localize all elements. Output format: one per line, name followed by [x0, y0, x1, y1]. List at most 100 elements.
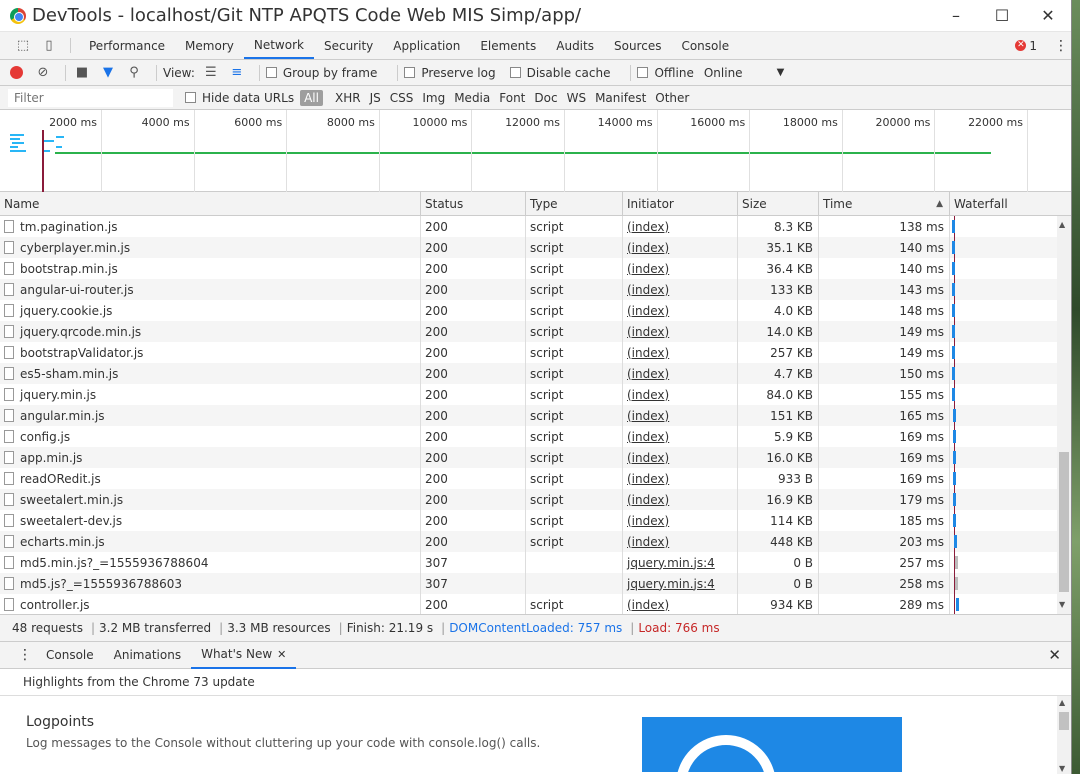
request-name[interactable]: echarts.min.js — [20, 535, 105, 549]
table-row[interactable]: tm.pagination.js 200 script (index) 8.3 KB 13… — [0, 216, 1071, 237]
cell-name[interactable]: es5-sham.min.js — [0, 363, 421, 384]
drawer-tab-animations[interactable]: Animations — [104, 642, 191, 669]
close-window-button[interactable]: ✕ — [1025, 6, 1071, 25]
tab-elements[interactable]: Elements — [470, 32, 546, 59]
cell-name[interactable]: md5.js?_=1555936788603 — [0, 573, 421, 594]
filter-type-css[interactable]: CSS — [390, 91, 414, 105]
request-name[interactable]: angular-ui-router.js — [20, 283, 134, 297]
cell-name[interactable]: sweetalert-dev.js — [0, 510, 421, 531]
request-name[interactable]: bootstrapValidator.js — [20, 346, 143, 360]
col-initiator[interactable]: Initiator — [623, 192, 738, 215]
overview-icon[interactable]: ≡ — [227, 63, 247, 83]
cell-name[interactable]: angular.min.js — [0, 405, 421, 426]
drawer-scrollbar[interactable]: ▲ ▼ — [1057, 696, 1071, 774]
tab-memory[interactable]: Memory — [175, 32, 244, 59]
cell-name[interactable]: app.min.js — [0, 447, 421, 468]
request-name[interactable]: config.js — [20, 430, 70, 444]
device-toolbar-icon[interactable]: ▯ — [36, 32, 62, 59]
initiator-link[interactable]: (index) — [627, 598, 669, 612]
request-name[interactable]: controller.js — [20, 598, 90, 612]
scroll-up-icon[interactable]: ▲ — [1059, 220, 1065, 229]
whats-new-thumbnail[interactable] — [642, 717, 902, 772]
initiator-link[interactable]: (index) — [627, 241, 669, 255]
offline-checkbox[interactable]: Offline — [637, 66, 694, 80]
drawer-menu-icon[interactable]: ⋮ — [18, 647, 32, 663]
request-name[interactable]: jquery.qrcode.min.js — [20, 325, 141, 339]
initiator-link[interactable]: (index) — [627, 409, 669, 423]
request-name[interactable]: jquery.cookie.js — [20, 304, 112, 318]
cell-name[interactable]: echarts.min.js — [0, 531, 421, 552]
initiator-link[interactable]: (index) — [627, 220, 669, 234]
table-row[interactable]: md5.min.js?_=1555936788604 307 jquery.min.… — [0, 552, 1071, 573]
scroll-thumb[interactable] — [1059, 712, 1069, 730]
initiator-link[interactable]: jquery.min.js:4 — [627, 577, 715, 591]
table-row[interactable]: config.js 200 script (index) 5.9 KB 169 ms — [0, 426, 1071, 447]
hide-data-urls-checkbox[interactable]: Hide data URLs — [185, 91, 294, 105]
tab-audits[interactable]: Audits — [546, 32, 604, 59]
logpoints-title[interactable]: Logpoints — [26, 714, 94, 730]
initiator-link[interactable]: (index) — [627, 283, 669, 297]
record-button[interactable] — [10, 66, 23, 79]
error-count-badge[interactable]: ✕ 1 — [1015, 39, 1037, 53]
maximize-button[interactable]: ☐ — [979, 6, 1025, 25]
drawer-tab-console[interactable]: Console — [36, 642, 104, 669]
drawer-tab-what-s-new[interactable]: What's New ✕ — [191, 642, 297, 669]
scroll-down-icon[interactable]: ▼ — [1059, 600, 1065, 609]
table-row[interactable]: app.min.js 200 script (index) 16.0 KB 169 ms — [0, 447, 1071, 468]
col-time[interactable]: Time ▲ — [819, 192, 950, 215]
tab-sources[interactable]: Sources — [604, 32, 671, 59]
request-name[interactable]: jquery.min.js — [20, 388, 96, 402]
chevron-down-icon[interactable]: ▼ — [777, 67, 785, 78]
table-scrollbar[interactable]: ▲ ▼ — [1057, 216, 1071, 614]
scroll-up-icon[interactable]: ▲ — [1059, 698, 1065, 707]
table-row[interactable]: jquery.cookie.js 200 script (index) 4.0 KB 14… — [0, 300, 1071, 321]
request-name[interactable]: md5.js?_=1555936788603 — [20, 577, 182, 591]
table-row[interactable]: echarts.min.js 200 script (index) 448 KB 203 … — [0, 531, 1071, 552]
request-name[interactable]: md5.min.js?_=1555936788604 — [20, 556, 208, 570]
table-row[interactable]: controller.js 200 script (index) 934 KB 289 m… — [0, 594, 1071, 614]
cell-name[interactable]: config.js — [0, 426, 421, 447]
group-by-frame-checkbox[interactable]: Group by frame — [265, 66, 377, 80]
initiator-link[interactable]: (index) — [627, 367, 669, 381]
request-name[interactable]: cyberplayer.min.js — [20, 241, 130, 255]
filter-type-media[interactable]: Media — [454, 91, 490, 105]
col-size[interactable]: Size — [738, 192, 819, 215]
request-name[interactable]: readORedit.js — [20, 472, 101, 486]
request-name[interactable]: sweetalert-dev.js — [20, 514, 122, 528]
throttling-select[interactable]: Online — [704, 66, 743, 80]
table-row[interactable]: bootstrap.min.js 200 script (index) 36.4 KB 1… — [0, 258, 1071, 279]
initiator-link[interactable]: jquery.min.js:4 — [627, 556, 715, 570]
filter-type-other[interactable]: Other — [655, 91, 689, 105]
cell-name[interactable]: bootstrapValidator.js — [0, 342, 421, 363]
table-row[interactable]: sweetalert-dev.js 200 script (index) 114 KB 1… — [0, 510, 1071, 531]
scroll-down-icon[interactable]: ▼ — [1059, 764, 1065, 773]
request-name[interactable]: app.min.js — [20, 451, 82, 465]
cell-name[interactable]: jquery.qrcode.min.js — [0, 321, 421, 342]
tab-application[interactable]: Application — [383, 32, 470, 59]
scroll-thumb[interactable] — [1059, 452, 1069, 592]
disable-cache-checkbox[interactable]: Disable cache — [509, 66, 610, 80]
initiator-link[interactable]: (index) — [627, 346, 669, 360]
cell-name[interactable]: jquery.min.js — [0, 384, 421, 405]
request-name[interactable]: sweetalert.min.js — [20, 493, 123, 507]
table-row[interactable]: es5-sham.min.js 200 script (index) 4.7 KB 150… — [0, 363, 1071, 384]
preserve-log-checkbox[interactable]: Preserve log — [404, 66, 496, 80]
table-row[interactable]: angular.min.js 200 script (index) 151 KB 165 … — [0, 405, 1071, 426]
search-icon[interactable]: ⚲ — [124, 63, 144, 83]
more-options-icon[interactable]: ⋮ — [1051, 38, 1071, 54]
tab-console[interactable]: Console — [671, 32, 739, 59]
request-name[interactable]: es5-sham.min.js — [20, 367, 118, 381]
initiator-link[interactable]: (index) — [627, 514, 669, 528]
filter-type-xhr[interactable]: XHR — [335, 91, 361, 105]
filter-type-font[interactable]: Font — [499, 91, 525, 105]
cell-name[interactable]: tm.pagination.js — [0, 216, 421, 237]
cell-name[interactable]: controller.js — [0, 594, 421, 614]
filter-input[interactable] — [8, 88, 173, 107]
filter-icon[interactable]: ▼ — [98, 63, 118, 83]
col-status[interactable]: Status — [421, 192, 526, 215]
minimize-button[interactable]: – — [933, 6, 979, 25]
table-row[interactable]: jquery.min.js 200 script (index) 84.0 KB 155 … — [0, 384, 1071, 405]
initiator-link[interactable]: (index) — [627, 388, 669, 402]
filter-type-doc[interactable]: Doc — [534, 91, 557, 105]
filter-type-all[interactable]: All — [300, 89, 323, 106]
